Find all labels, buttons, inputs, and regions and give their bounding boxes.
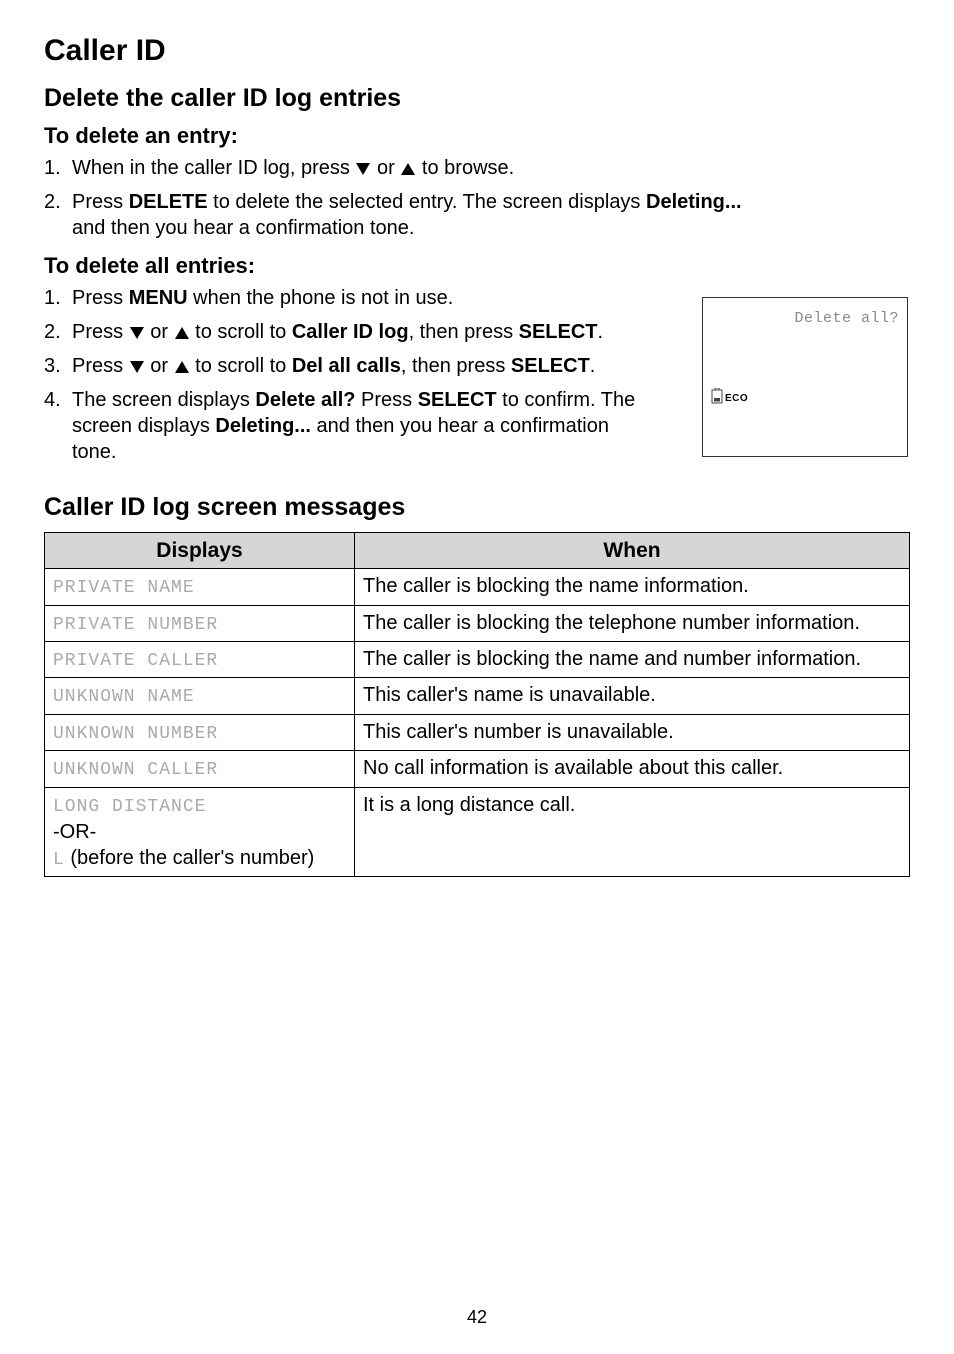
delete-all-step-2: Press or to scroll to Caller ID log, the…: [44, 319, 654, 345]
delete-all-step-4: The screen displays Delete all? Press SE…: [44, 387, 654, 465]
step-text: to scroll to: [190, 321, 292, 343]
menu-key-label: MENU: [129, 287, 188, 309]
step-text: Press: [355, 389, 417, 411]
step-text: or: [145, 355, 174, 377]
table-header-row: Displays When: [45, 533, 910, 569]
or-label: -OR-: [53, 821, 96, 843]
step-text: Press: [72, 191, 129, 213]
step-text: to scroll to: [190, 355, 292, 377]
step-text: The screen displays: [72, 389, 255, 411]
when-value: The caller is blocking the name and numb…: [355, 642, 910, 678]
step-text: Press: [72, 321, 129, 343]
delete-entry-step-2: Press DELETE to delete the selected entr…: [44, 189, 910, 241]
delete-all-step-1: Press MENU when the phone is not in use.: [44, 285, 654, 311]
delete-all-prompt-label: Delete all?: [255, 389, 355, 411]
step-text: .: [590, 355, 596, 377]
up-arrow-icon: [175, 361, 189, 373]
battery-icon: [711, 388, 723, 404]
display-value: PRIVATE NAME: [53, 578, 195, 598]
when-value: The caller is blocking the name informat…: [355, 569, 910, 605]
when-value: No call information is available about t…: [355, 751, 910, 787]
table-row: LONG DISTANCE -OR- L (before the caller'…: [45, 787, 910, 877]
up-arrow-icon: [401, 163, 415, 175]
display-value: UNKNOWN NAME: [53, 687, 195, 707]
step-text: or: [145, 321, 174, 343]
step-text: , then press: [409, 321, 519, 343]
step-text: or: [371, 157, 400, 179]
table-row: UNKNOWN NAME This caller's name is unava…: [45, 678, 910, 714]
display-value: UNKNOWN CALLER: [53, 760, 218, 780]
page-number: 42: [0, 1307, 954, 1328]
header-displays: Displays: [45, 533, 355, 569]
phone-screen-mockup: Delete all? ECO: [702, 297, 908, 457]
caller-id-log-label: Caller ID log: [292, 321, 409, 343]
eco-label: ECO: [725, 394, 748, 404]
screen-messages-heading: Caller ID log screen messages: [44, 493, 910, 522]
table-row: UNKNOWN CALLER No call information is av…: [45, 751, 910, 787]
page-title: Caller ID: [44, 34, 910, 68]
up-arrow-icon: [175, 327, 189, 339]
screen-status-row: ECO: [711, 388, 748, 404]
step-text: to delete the selected entry. The screen…: [208, 191, 646, 213]
down-arrow-icon: [356, 163, 370, 175]
delete-entry-step-1: When in the caller ID log, press or to b…: [44, 155, 910, 181]
delete-key-label: DELETE: [129, 191, 208, 213]
step-text: to browse.: [416, 157, 514, 179]
display-value-after: (before the caller's number): [65, 847, 314, 869]
display-value-l: L: [53, 850, 65, 870]
delete-entry-steps: When in the caller ID log, press or to b…: [44, 155, 910, 241]
delete-all-step-3: Press or to scroll to Del all calls, the…: [44, 353, 654, 379]
step-text: Press: [72, 287, 129, 309]
select-key-label: SELECT: [511, 355, 590, 377]
deleting-label: Deleting...: [215, 415, 311, 437]
del-all-calls-label: Del all calls: [292, 355, 401, 377]
deleting-label: Deleting...: [646, 191, 742, 213]
select-key-label: SELECT: [418, 389, 497, 411]
table-row: PRIVATE CALLER The caller is blocking th…: [45, 642, 910, 678]
display-value: LONG DISTANCE: [53, 797, 206, 817]
step-text: .: [598, 321, 604, 343]
display-value: UNKNOWN NUMBER: [53, 724, 218, 744]
step-text: When in the caller ID log, press: [72, 157, 355, 179]
down-arrow-icon: [130, 361, 144, 373]
select-key-label: SELECT: [519, 321, 598, 343]
step-text: , then press: [401, 355, 511, 377]
when-value: This caller's number is unavailable.: [355, 714, 910, 750]
header-when: When: [355, 533, 910, 569]
table-row: UNKNOWN NUMBER This caller's number is u…: [45, 714, 910, 750]
down-arrow-icon: [130, 327, 144, 339]
screen-messages-table: Displays When PRIVATE NAME The caller is…: [44, 532, 910, 877]
step-text: when the phone is not in use.: [188, 287, 454, 309]
to-delete-entry-subhead: To delete an entry:: [44, 123, 910, 149]
display-value: PRIVATE NUMBER: [53, 615, 218, 635]
when-value: This caller's name is unavailable.: [355, 678, 910, 714]
table-row: PRIVATE NUMBER The caller is blocking th…: [45, 605, 910, 641]
step-text: Press: [72, 355, 129, 377]
screen-prompt-text: Delete all?: [711, 310, 899, 327]
when-value: It is a long distance call.: [355, 787, 910, 877]
table-row: PRIVATE NAME The caller is blocking the …: [45, 569, 910, 605]
when-value: The caller is blocking the telephone num…: [355, 605, 910, 641]
delete-entries-heading: Delete the caller ID log entries: [44, 84, 910, 113]
delete-all-steps: Press MENU when the phone is not in use.…: [44, 285, 654, 465]
step-text: and then you hear a confirmation tone.: [72, 215, 910, 241]
to-delete-all-subhead: To delete all entries:: [44, 253, 910, 279]
display-value: PRIVATE CALLER: [53, 651, 218, 671]
